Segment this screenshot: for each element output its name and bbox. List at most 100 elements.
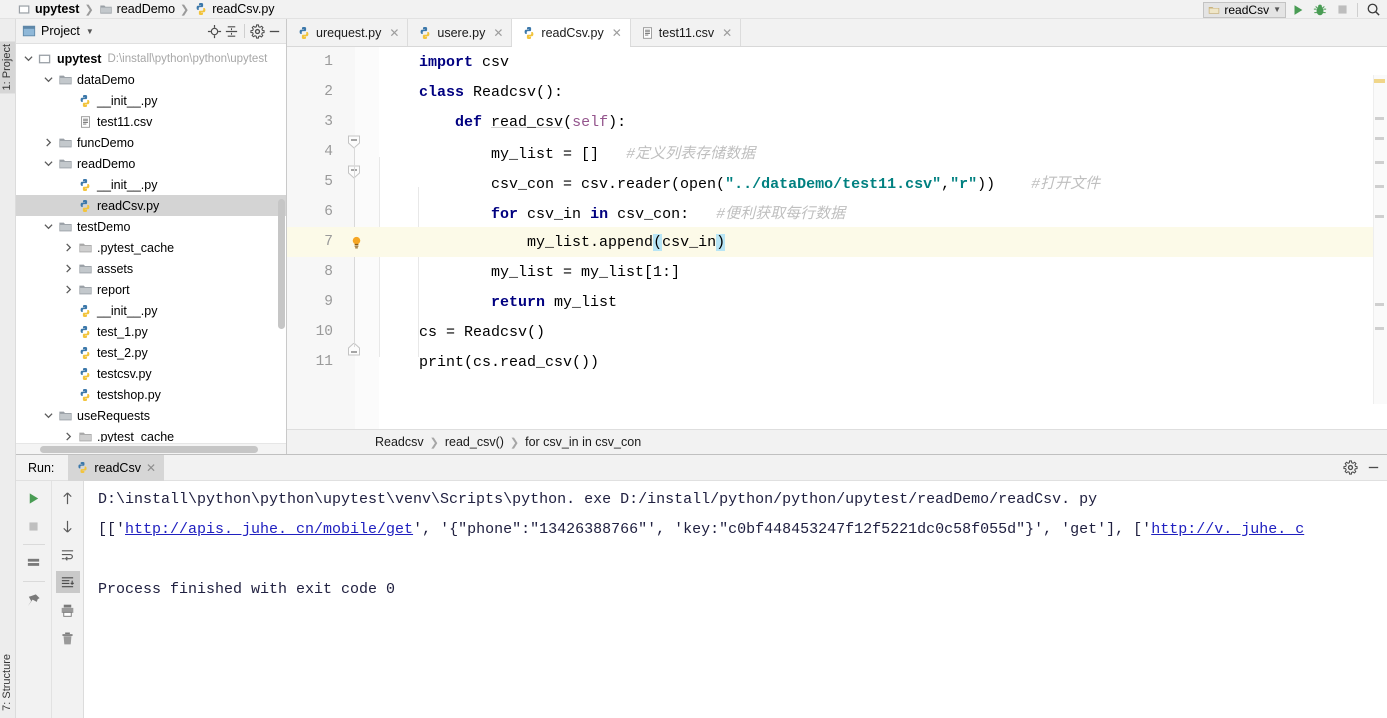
console-link[interactable]: http://v. juhe. c	[1151, 521, 1304, 538]
debug-icon[interactable]	[1310, 1, 1330, 19]
toolbar-divider	[1357, 2, 1358, 17]
code-line[interactable]: 1 import csv	[287, 47, 1373, 77]
breadcrumb-class[interactable]: Readcsv	[375, 435, 424, 449]
hide-icon[interactable]	[1366, 460, 1381, 475]
close-icon[interactable]: ✕	[389, 26, 399, 40]
breadcrumb-statement[interactable]: for csv_in in csv_con	[525, 435, 641, 449]
tree-item-userequests[interactable]: useRequests	[16, 405, 286, 426]
tree-item-test-2-py[interactable]: test_2.py	[16, 342, 286, 363]
tree-item-assets[interactable]: assets	[16, 258, 286, 279]
close-icon[interactable]: ✕	[146, 461, 156, 475]
tree-expand-arrow-icon[interactable]	[44, 159, 57, 168]
close-icon[interactable]: ✕	[722, 26, 732, 40]
code-line[interactable]: 9 return my_list	[287, 287, 1373, 317]
soft-wrap-icon[interactable]	[56, 543, 80, 565]
collapse-all-icon[interactable]	[224, 24, 239, 39]
print-icon[interactable]	[56, 599, 80, 621]
tree-item-test-1-py[interactable]: test_1.py	[16, 321, 286, 342]
editor-tab-usere-py[interactable]: usere.py ✕	[408, 19, 513, 46]
tree-item-readdemo[interactable]: readDemo	[16, 153, 286, 174]
code-line[interactable]: 10 cs = Readcsv()	[287, 317, 1373, 347]
python-file-icon	[77, 324, 93, 340]
tree-expand-arrow-icon[interactable]	[44, 75, 57, 84]
tool-window-button-project[interactable]: 1: Project	[0, 41, 15, 94]
tree-item-test11-csv[interactable]: test11.csv	[16, 111, 286, 132]
intention-bulb-icon[interactable]	[333, 235, 379, 250]
trash-icon[interactable]	[56, 627, 80, 649]
tree-expand-arrow-icon[interactable]	[64, 432, 77, 441]
tree-expand-arrow-icon[interactable]	[44, 411, 57, 420]
run-tab-readcsv[interactable]: readCsv ✕	[68, 454, 165, 481]
project-tree-horizontal-scrollbar[interactable]	[16, 443, 286, 454]
tree-item-testdemo[interactable]: testDemo	[16, 216, 286, 237]
module-icon	[18, 3, 31, 16]
code-line[interactable]: 4 my_list = [] #定义列表存储数据	[287, 137, 1373, 167]
console-link[interactable]: http://apis. juhe. cn/mobile/get	[125, 521, 413, 538]
code-lines[interactable]: 1 import csv 2 class Readcsv(): 3 def re…	[287, 47, 1373, 429]
tree-item--init-py[interactable]: __init__.py	[16, 90, 286, 111]
gear-icon[interactable]	[250, 23, 265, 39]
breadcrumb: upytest ❯ readDemo ❯ readCsv.py	[0, 2, 275, 16]
tree-expand-arrow-icon[interactable]	[44, 138, 57, 147]
code-editor[interactable]: 1 import csv 2 class Readcsv(): 3 def re…	[287, 47, 1387, 429]
breadcrumb-item-folder[interactable]: readDemo	[99, 2, 175, 16]
rerun-icon[interactable]	[22, 552, 46, 574]
tree-item-datademo[interactable]: dataDemo	[16, 69, 286, 90]
pin-icon[interactable]	[22, 589, 46, 611]
run-configuration-selector[interactable]: readCsv ▼	[1203, 1, 1286, 18]
hide-icon[interactable]	[267, 24, 282, 39]
run-toolbar-primary	[16, 481, 52, 718]
tree-expand-arrow-icon[interactable]	[64, 264, 77, 273]
editor-tab-test11-csv[interactable]: test11.csv ✕	[630, 19, 742, 46]
project-tree[interactable]: upytest D:\install\python\python\upytest d…	[16, 44, 286, 442]
close-icon[interactable]: ✕	[493, 26, 503, 40]
tree-expand-arrow-icon[interactable]	[64, 285, 77, 294]
code-text: my_list = my_list[1:]	[491, 263, 681, 281]
close-icon[interactable]: ✕	[612, 26, 622, 40]
tree-item--pytest-cache[interactable]: .pytest_cache	[16, 426, 286, 442]
target-icon[interactable]	[207, 24, 222, 39]
code-text: print(cs.read_csv())	[419, 353, 600, 371]
breadcrumb-method[interactable]: read_csv()	[445, 435, 504, 449]
tree-item--init-py[interactable]: __init__.py	[16, 174, 286, 195]
code-line[interactable]: 3 def read_csv(self):	[287, 107, 1373, 137]
tree-item-label: testshop.py	[97, 387, 161, 402]
project-tree-vertical-scrollbar[interactable]	[278, 199, 285, 329]
csv-file-icon	[77, 114, 93, 130]
editor-marker-gutter[interactable]	[1373, 75, 1387, 404]
up-arrow-icon[interactable]	[56, 487, 80, 509]
tree-item-funcdemo[interactable]: funcDemo	[16, 132, 286, 153]
project-panel-header-icons	[207, 23, 282, 39]
run-icon[interactable]	[1288, 1, 1308, 19]
tree-item-testcsv-py[interactable]: testcsv.py	[16, 363, 286, 384]
editor-tab-urequest-py[interactable]: urequest.py ✕	[287, 19, 409, 46]
tree-item-testshop-py[interactable]: testshop.py	[16, 384, 286, 405]
code-line[interactable]: 8 my_list = my_list[1:]	[287, 257, 1373, 287]
tree-item--init-py[interactable]: __init__.py	[16, 300, 286, 321]
tree-expand-arrow-icon[interactable]	[64, 243, 77, 252]
tool-window-button-structure[interactable]: 7: Structure	[0, 651, 15, 714]
run-console-output[interactable]: D:\install\python\python\upytest\venv\Sc…	[84, 481, 1387, 718]
code-line[interactable]: 6 for csv_in in csv_con: #便利获取每行数据	[287, 197, 1373, 227]
tree-item--pytest-cache[interactable]: .pytest_cache	[16, 237, 286, 258]
gear-icon[interactable]	[1343, 460, 1358, 475]
tree-item-label: .pytest_cache	[97, 429, 175, 443]
run-icon[interactable]	[22, 487, 46, 509]
tree-expand-arrow-icon[interactable]	[44, 222, 57, 231]
tree-item-readcsv-py[interactable]: readCsv.py	[16, 195, 286, 216]
tree-item-report[interactable]: report	[16, 279, 286, 300]
breadcrumb-item-file[interactable]: readCsv.py	[194, 2, 275, 16]
tree-expand-arrow-icon[interactable]	[24, 54, 37, 63]
code-line-current[interactable]: 7 my_list.append(csv_in)	[287, 227, 1373, 257]
scroll-to-end-icon[interactable]	[55, 571, 80, 593]
chevron-down-icon[interactable]: ▼	[86, 27, 94, 36]
code-line[interactable]: 2 class Readcsv():	[287, 77, 1373, 107]
down-arrow-icon[interactable]	[56, 515, 80, 537]
search-icon[interactable]	[1363, 1, 1383, 19]
code-line[interactable]: 11 print(cs.read_csv())	[287, 347, 1373, 377]
tree-item-upytest[interactable]: upytest D:\install\python\python\upytest	[16, 48, 286, 69]
code-line[interactable]: 5 csv_con = csv.reader(open("../dataDemo…	[287, 167, 1373, 197]
editor-tab-readcsv-py[interactable]: readCsv.py ✕	[512, 19, 631, 47]
console-line-output: [['http://apis. juhe. cn/mobile/get', '{…	[98, 521, 1387, 551]
breadcrumb-item-project[interactable]: upytest	[18, 2, 79, 16]
